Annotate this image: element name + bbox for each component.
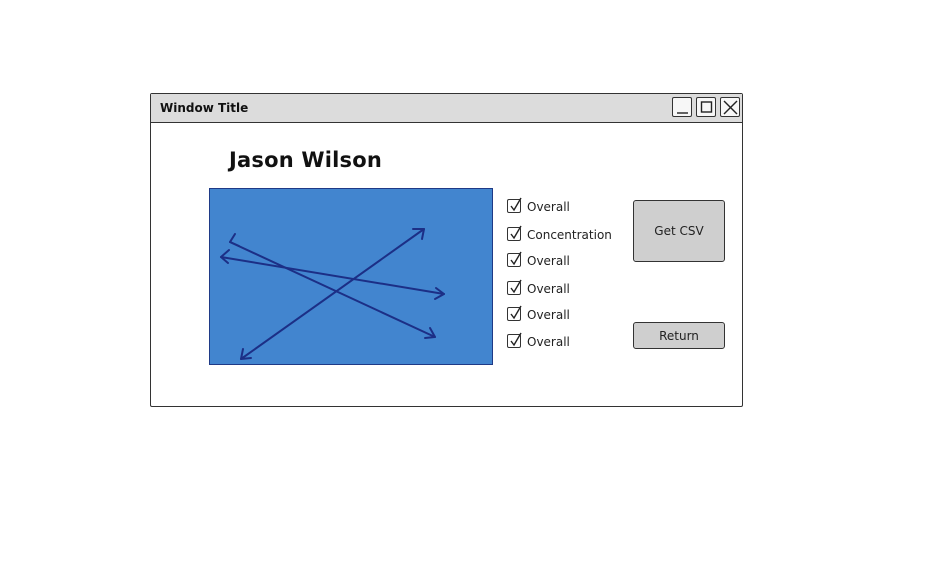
checkbox-box[interactable] (507, 279, 522, 295)
minimize-button[interactable] (672, 97, 692, 117)
maximize-button[interactable] (696, 97, 716, 117)
close-button[interactable] (720, 97, 740, 117)
image-placeholder-icon (220, 228, 445, 360)
checkmark-icon (510, 251, 522, 266)
checkbox-box[interactable] (507, 225, 522, 241)
checkbox-label: Overall (527, 335, 570, 349)
checkmark-icon (510, 279, 522, 294)
maximize-icon (700, 101, 713, 113)
checkmark-icon (510, 225, 522, 240)
get-csv-button[interactable]: Get CSV (633, 200, 725, 262)
checkbox-box[interactable] (507, 305, 522, 321)
checkbox-label: Overall (527, 282, 570, 296)
checkmark-icon (510, 197, 522, 212)
person-name-heading: Jason Wilson (229, 148, 383, 172)
checkbox-box[interactable] (507, 332, 522, 348)
return-button[interactable]: Return (633, 322, 725, 349)
close-icon (723, 100, 738, 115)
checkmark-icon (510, 305, 522, 320)
checkbox-label: Overall (527, 200, 570, 214)
chart-image-placeholder (209, 188, 493, 365)
title-bar[interactable]: Window Title (151, 94, 742, 123)
window-title: Window Title (160, 101, 249, 115)
checkbox-label: Overall (527, 254, 570, 268)
checkbox-box[interactable] (507, 251, 522, 267)
app-window: Window Title Jason Wilson Overall Concen… (150, 93, 743, 407)
checkbox-label: Overall (527, 308, 570, 322)
minimize-icon (677, 112, 688, 114)
checkbox-label: Concentration (527, 228, 612, 242)
checkbox-box[interactable] (507, 197, 522, 213)
checkmark-icon (510, 332, 522, 347)
